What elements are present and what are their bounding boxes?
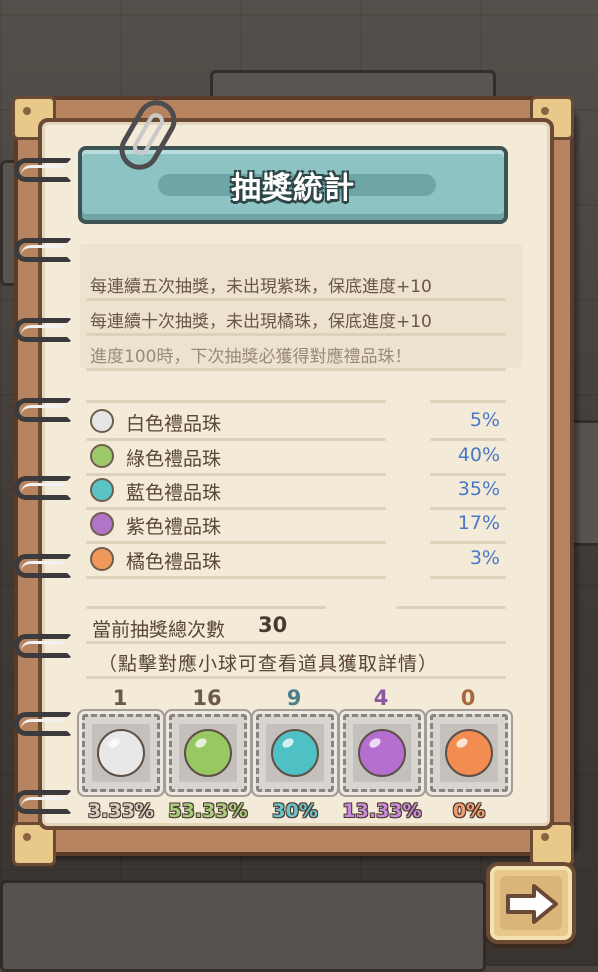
probability-label: 紫色禮品珠 [126, 516, 222, 538]
binder-ring-icon [14, 398, 72, 422]
rule-text: 每連續五次抽獎，未出現紫珠，保底進度+10 [90, 277, 432, 297]
white-ball-icon [90, 409, 114, 433]
binder-ring-icon [14, 318, 72, 342]
orange-ball-icon [90, 547, 114, 571]
total-draws-label: 當前抽獎總次數 [92, 619, 226, 641]
purple-ball-icon [358, 729, 406, 777]
probability-value: 5% [469, 409, 500, 431]
result-count-blue: 9 [286, 686, 302, 710]
result-percent-orange: 0% [452, 800, 486, 822]
probability-value: 40% [457, 444, 500, 466]
orange-ball-icon [445, 729, 493, 777]
result-percent-green: 53.33% [168, 800, 248, 822]
blue-ball-icon [271, 729, 319, 777]
purple-ball-icon [90, 512, 114, 536]
probability-row-purple: 紫色禮品珠 17% [88, 509, 508, 539]
binder-ring-icon [14, 158, 72, 182]
binder-ring-icon [14, 554, 72, 578]
next-button[interactable] [486, 862, 576, 944]
rule-text: 進度100時，下次抽獎必獲得對應禮品珠！ [90, 347, 412, 367]
probability-label: 橘色禮品珠 [126, 551, 222, 573]
result-count-white: 1 [112, 686, 128, 710]
result-percent-purple: 13.33% [342, 800, 422, 822]
result-percent-blue: 30% [272, 800, 318, 822]
probability-value: 17% [457, 512, 500, 534]
binder-ring-icon [14, 634, 72, 658]
probability-row-orange: 橘色禮品珠 3% [88, 544, 508, 574]
probability-label: 藍色禮品珠 [126, 482, 222, 504]
probability-value: 35% [457, 478, 500, 500]
result-percent-white: 3.33% [88, 800, 154, 822]
binder-ring-icon [14, 712, 72, 736]
hint-text: （點擊對應小球可查看道具獲取詳情） [98, 653, 439, 675]
probability-row-green: 綠色禮品珠 40% [88, 441, 508, 471]
binder-ring-icon [14, 476, 72, 500]
probability-value: 3% [469, 547, 500, 569]
arrow-right-icon [506, 884, 558, 924]
binder-ring-icon [14, 790, 72, 814]
total-draws-value: 30 [258, 613, 288, 637]
binder-ring-icon [14, 238, 72, 262]
blue-ball-button[interactable] [256, 714, 334, 792]
blue-ball-icon [90, 478, 114, 502]
purple-ball-button[interactable] [343, 714, 421, 792]
page-title: 抽獎統計 [231, 171, 355, 206]
probability-row-blue: 藍色禮品珠 35% [88, 475, 508, 505]
green-ball-button[interactable] [169, 714, 247, 792]
result-count-orange: 0 [460, 686, 476, 710]
result-count-green: 16 [192, 686, 222, 710]
green-ball-icon [184, 729, 232, 777]
white-ball-button[interactable] [82, 714, 160, 792]
rule-text: 每連續十次抽獎，未出現橘珠，保底進度+10 [90, 312, 432, 332]
orange-ball-button[interactable] [430, 714, 508, 792]
white-ball-icon [97, 729, 145, 777]
green-ball-icon [90, 444, 114, 468]
probability-row-white: 白色禮品珠 5% [88, 406, 508, 436]
result-count-purple: 4 [373, 686, 389, 710]
probability-label: 白色禮品珠 [126, 413, 222, 435]
probability-label: 綠色禮品珠 [126, 448, 222, 470]
